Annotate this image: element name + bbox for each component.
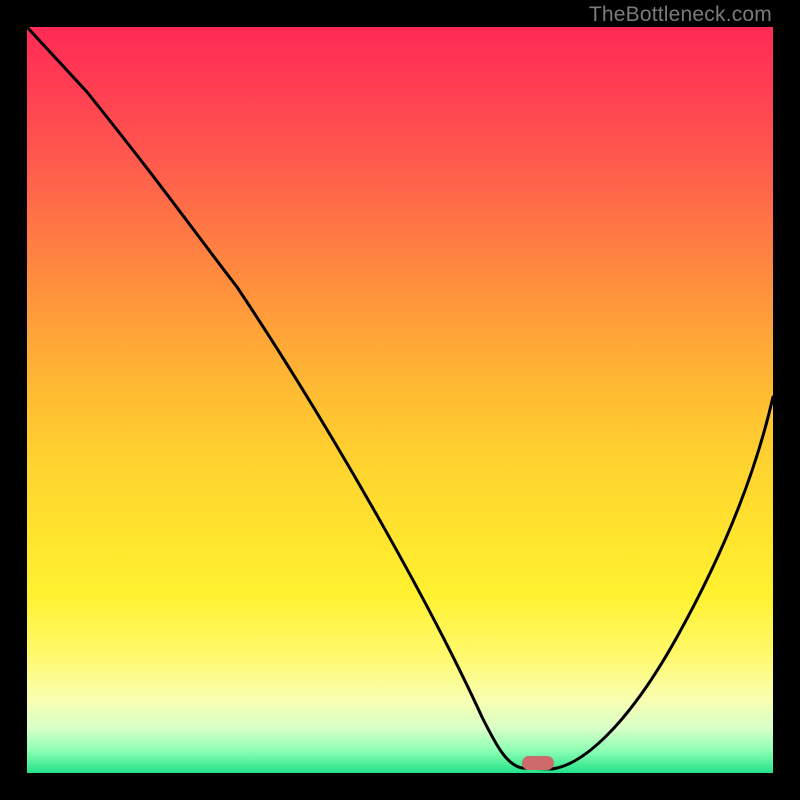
curve-path: [27, 27, 773, 769]
bottleneck-curve: [27, 27, 773, 773]
watermark-text: TheBottleneck.com: [589, 3, 772, 27]
optimal-point-marker: [522, 756, 554, 770]
gradient-plot-area: [27, 27, 773, 773]
chart-frame: TheBottleneck.com: [0, 0, 800, 800]
